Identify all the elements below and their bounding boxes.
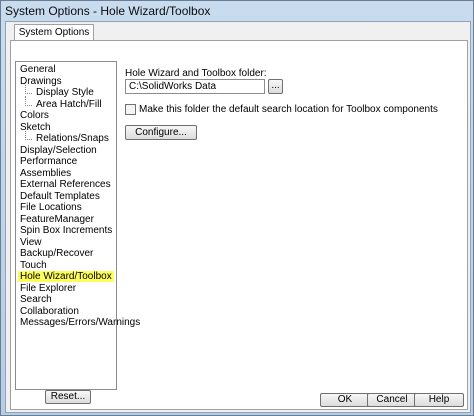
- cancel-button[interactable]: Cancel: [367, 393, 417, 407]
- tree-item[interactable]: FeatureManager: [18, 214, 96, 225]
- tree-item[interactable]: Display Style: [34, 87, 96, 98]
- tab-system-options[interactable]: System Options: [14, 24, 94, 41]
- tree-item[interactable]: Backup/Recover: [18, 248, 95, 259]
- tree-item[interactable]: Relations/Snaps: [34, 133, 111, 144]
- folder-label: Hole Wizard and Toolbox folder:: [125, 68, 267, 79]
- dialog-client-area: System Options General Drawings Display St…: [5, 21, 471, 413]
- tree-connector: [25, 84, 32, 94]
- tree-connector: [25, 96, 32, 106]
- ok-button[interactable]: OK: [320, 393, 370, 407]
- help-button[interactable]: Help: [414, 393, 464, 407]
- tree-item[interactable]: View: [18, 237, 44, 248]
- tree-item[interactable]: Search: [18, 294, 54, 305]
- tree-item[interactable]: File Locations: [18, 202, 84, 213]
- tree-item[interactable]: Assemblies: [18, 168, 73, 179]
- title-bar[interactable]: System Options - Hole Wizard/Toolbox: [1, 1, 473, 21]
- tree-item[interactable]: Area Hatch/Fill: [34, 99, 104, 110]
- tree-item[interactable]: Hole Wizard/Toolbox: [18, 271, 114, 282]
- tab-panel: General Drawings Display Style Area Hatch/F…: [10, 40, 468, 410]
- tree-item[interactable]: Messages/Errors/Warnings: [18, 317, 142, 328]
- tree-item[interactable]: Collaboration: [18, 306, 81, 317]
- tree-item[interactable]: Performance: [18, 156, 79, 167]
- tree-item[interactable]: External References: [18, 179, 113, 190]
- tree-connector: [25, 130, 32, 140]
- system-options-window: System Options - Hole Wizard/Toolbox Sys…: [0, 0, 474, 416]
- tree-item[interactable]: General: [18, 64, 58, 75]
- default-search-location-checkbox[interactable]: [125, 104, 136, 115]
- tree-item[interactable]: Display/Selection: [18, 145, 99, 156]
- tree-item[interactable]: Default Templates: [18, 191, 102, 202]
- reset-button[interactable]: Reset...: [45, 390, 91, 404]
- tree-item[interactable]: Touch: [18, 260, 49, 271]
- default-search-location-label: Make this folder the default search loca…: [139, 104, 438, 115]
- tree-item[interactable]: Spin Box Increments: [18, 225, 114, 236]
- options-tree[interactable]: General Drawings Display Style Area Hatch/F…: [15, 61, 140, 390]
- configure-button[interactable]: Configure...: [125, 125, 197, 140]
- browse-folder-button[interactable]: ...: [268, 79, 283, 94]
- tree-item[interactable]: Colors: [18, 110, 51, 121]
- folder-path-input[interactable]: C:\SolidWorks Data: [125, 79, 265, 94]
- window-title: System Options - Hole Wizard/Toolbox: [5, 4, 211, 18]
- tree-item[interactable]: File Explorer: [18, 283, 78, 294]
- tree-item[interactable]: Sketch: [18, 122, 53, 133]
